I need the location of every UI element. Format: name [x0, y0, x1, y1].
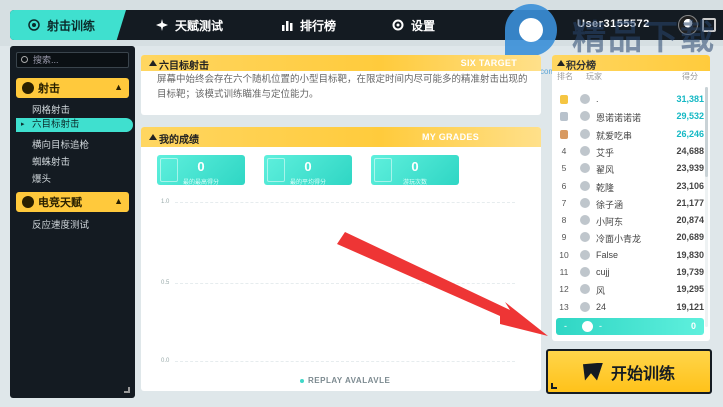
annotation-arrow: [337, 232, 548, 336]
